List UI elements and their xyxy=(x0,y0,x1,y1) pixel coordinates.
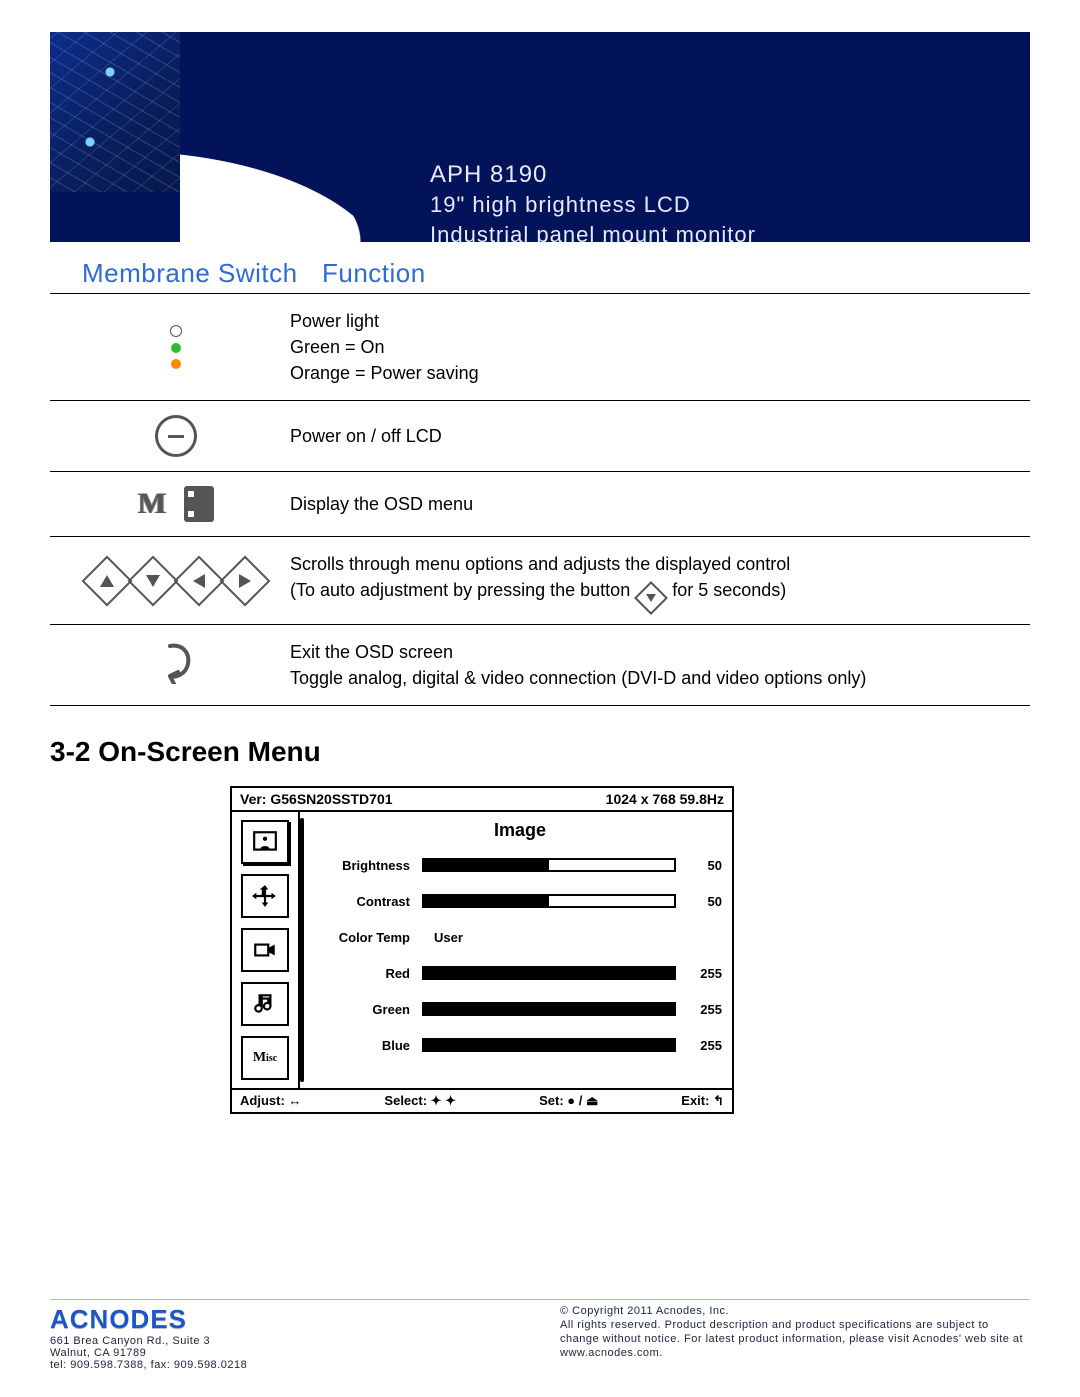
table-row: Exit the OSD screen Toggle analog, digit… xyxy=(50,624,1030,706)
osd-tab-position[interactable] xyxy=(241,874,289,918)
menu-rect-icon xyxy=(184,486,214,522)
banner-line-3: Industrial panel mount monitor xyxy=(430,220,756,242)
osd-value-contrast: 50 xyxy=(676,894,722,909)
osd-row-green: Green 255 xyxy=(318,991,722,1027)
table-row: Scrolls through menu options and adjusts… xyxy=(50,536,1030,624)
osd-row-brightness: Brightness 50 xyxy=(318,847,722,883)
led-green-icon xyxy=(171,343,181,353)
osd-value-green: 255 xyxy=(676,1002,722,1017)
led-indicator-icon xyxy=(50,325,270,369)
brand-logo: ACNODES xyxy=(50,1304,247,1335)
osd-value-brightness: 50 xyxy=(676,858,722,873)
header-banner: APH 8190 19" high brightness LCD Industr… xyxy=(50,32,1030,242)
osd-value-colortemp[interactable]: User xyxy=(422,930,676,945)
row4-line2b: for 5 seconds) xyxy=(672,580,786,600)
osd-row-colortemp: Color Temp User xyxy=(318,919,722,955)
footer-left: ACNODES 661 Brea Canyon Rd., Suite 3 Wal… xyxy=(50,1304,247,1371)
footer-addr2: Walnut, CA 91789 xyxy=(50,1347,247,1359)
inline-arrow-icon xyxy=(634,581,668,615)
row4-line1: Scrolls through menu options and adjusts… xyxy=(290,551,1030,577)
osd-row-contrast: Contrast 50 xyxy=(318,883,722,919)
osd-slider-red[interactable] xyxy=(422,966,676,980)
osd-tab-video[interactable] xyxy=(241,928,289,972)
banner-text: APH 8190 19" high brightness LCD Industr… xyxy=(430,160,756,242)
row1-line3: Orange = Power saving xyxy=(290,360,1030,386)
membrane-switch-table: Membrane Switch Function Power light Gre… xyxy=(50,252,1030,706)
banner-line-2: 19" high brightness LCD xyxy=(430,190,756,220)
row1-text: Power light Green = On Orange = Power sa… xyxy=(270,308,1030,386)
osd-slider-brightness[interactable] xyxy=(422,858,676,872)
table-header: Membrane Switch Function xyxy=(50,252,1030,293)
osd-hint-adjust: Adjust: ↔ xyxy=(240,1093,301,1109)
osd-slider-green[interactable] xyxy=(422,1002,676,1016)
row4-line2a: (To auto adjustment by pressing the butt… xyxy=(290,580,630,600)
table-row: M Display the OSD menu xyxy=(50,471,1030,536)
row4-text: Scrolls through menu options and adjusts… xyxy=(270,551,1030,610)
m-letter-icon: M xyxy=(138,491,166,517)
osd-hint-bar: Adjust: ↔ Select: ✦ ✦ Set: ● / ⏏ Exit: ↰ xyxy=(232,1088,732,1112)
osd-title: Image xyxy=(318,820,722,841)
row3-text: Display the OSD menu xyxy=(270,491,1030,517)
footer-legal: All rights reserved. Product description… xyxy=(560,1318,1030,1360)
arrow-right-icon xyxy=(220,555,271,606)
osd-value-blue: 255 xyxy=(676,1038,722,1053)
model-number: APH 8190 xyxy=(430,160,756,190)
osd-top-bar: Ver: G56SN20SSTD701 1024 x 768 59.8Hz xyxy=(232,788,732,812)
arrow-left-icon xyxy=(174,555,225,606)
footer-copyright: © Copyright 2011 Acnodes, Inc. xyxy=(560,1304,1030,1318)
osd-label-blue: Blue xyxy=(318,1038,422,1053)
return-button-icon xyxy=(50,640,270,691)
table-row: Power on / off LCD xyxy=(50,400,1030,471)
osd-panel: Ver: G56SN20SSTD701 1024 x 768 59.8Hz Mi… xyxy=(230,786,734,1114)
osd-slider-contrast[interactable] xyxy=(422,894,676,908)
osd-tab-image[interactable] xyxy=(241,820,289,864)
power-button-icon xyxy=(50,415,270,457)
section-heading-on-screen-menu: 3-2 On-Screen Menu xyxy=(50,736,1030,768)
osd-hint-set: Set: ● / ⏏ xyxy=(539,1093,598,1109)
row1-line1: Power light xyxy=(290,308,1030,334)
osd-hint-exit: Exit: ↰ xyxy=(681,1093,724,1109)
osd-slider-blue[interactable] xyxy=(422,1038,676,1052)
row1-line2: Green = On xyxy=(290,334,1030,360)
arrow-up-icon xyxy=(82,555,133,606)
led-off-icon xyxy=(170,325,182,337)
menu-button-icon: M xyxy=(50,486,270,522)
osd-row-blue: Blue 255 xyxy=(318,1027,722,1063)
row2-text: Power on / off LCD xyxy=(270,423,1030,449)
footer-addr3: tel: 909.598.7388, fax: 909.598.0218 xyxy=(50,1359,247,1371)
osd-resolution: 1024 x 768 59.8Hz xyxy=(606,791,724,807)
osd-main: Image Brightness 50 Contrast 50 Color Te… xyxy=(300,812,732,1088)
osd-version: Ver: G56SN20SSTD701 xyxy=(240,791,393,807)
osd-label-colortemp: Color Temp xyxy=(318,930,422,945)
row5-line2: Toggle analog, digital & video connectio… xyxy=(290,665,1030,691)
osd-sidebar: Misc xyxy=(232,812,300,1088)
banner-pcb-art xyxy=(50,32,310,192)
osd-hint-select: Select: ✦ ✦ xyxy=(384,1093,456,1109)
row5-text: Exit the OSD screen Toggle analog, digit… xyxy=(270,639,1030,691)
page-footer: ACNODES 661 Brea Canyon Rd., Suite 3 Wal… xyxy=(50,1299,1030,1371)
table-row: Power light Green = On Orange = Power sa… xyxy=(50,293,1030,400)
osd-label-contrast: Contrast xyxy=(318,894,422,909)
th-function: Function xyxy=(302,258,1030,289)
osd-tab-misc[interactable]: Misc xyxy=(241,1036,289,1080)
row5-line1: Exit the OSD screen xyxy=(290,639,1030,665)
arrow-down-icon xyxy=(128,555,179,606)
osd-label-green: Green xyxy=(318,1002,422,1017)
arrow-buttons-icon xyxy=(50,563,270,599)
osd-label-red: Red xyxy=(318,966,422,981)
led-orange-icon xyxy=(171,359,181,369)
th-membrane-switch: Membrane Switch xyxy=(50,258,302,289)
footer-addr1: 661 Brea Canyon Rd., Suite 3 xyxy=(50,1335,247,1347)
footer-right: © Copyright 2011 Acnodes, Inc. All right… xyxy=(560,1304,1030,1371)
row4-line2: (To auto adjustment by pressing the butt… xyxy=(290,577,1030,610)
osd-label-brightness: Brightness xyxy=(318,858,422,873)
osd-value-red: 255 xyxy=(676,966,722,981)
osd-row-red: Red 255 xyxy=(318,955,722,991)
osd-tab-audio[interactable] xyxy=(241,982,289,1026)
